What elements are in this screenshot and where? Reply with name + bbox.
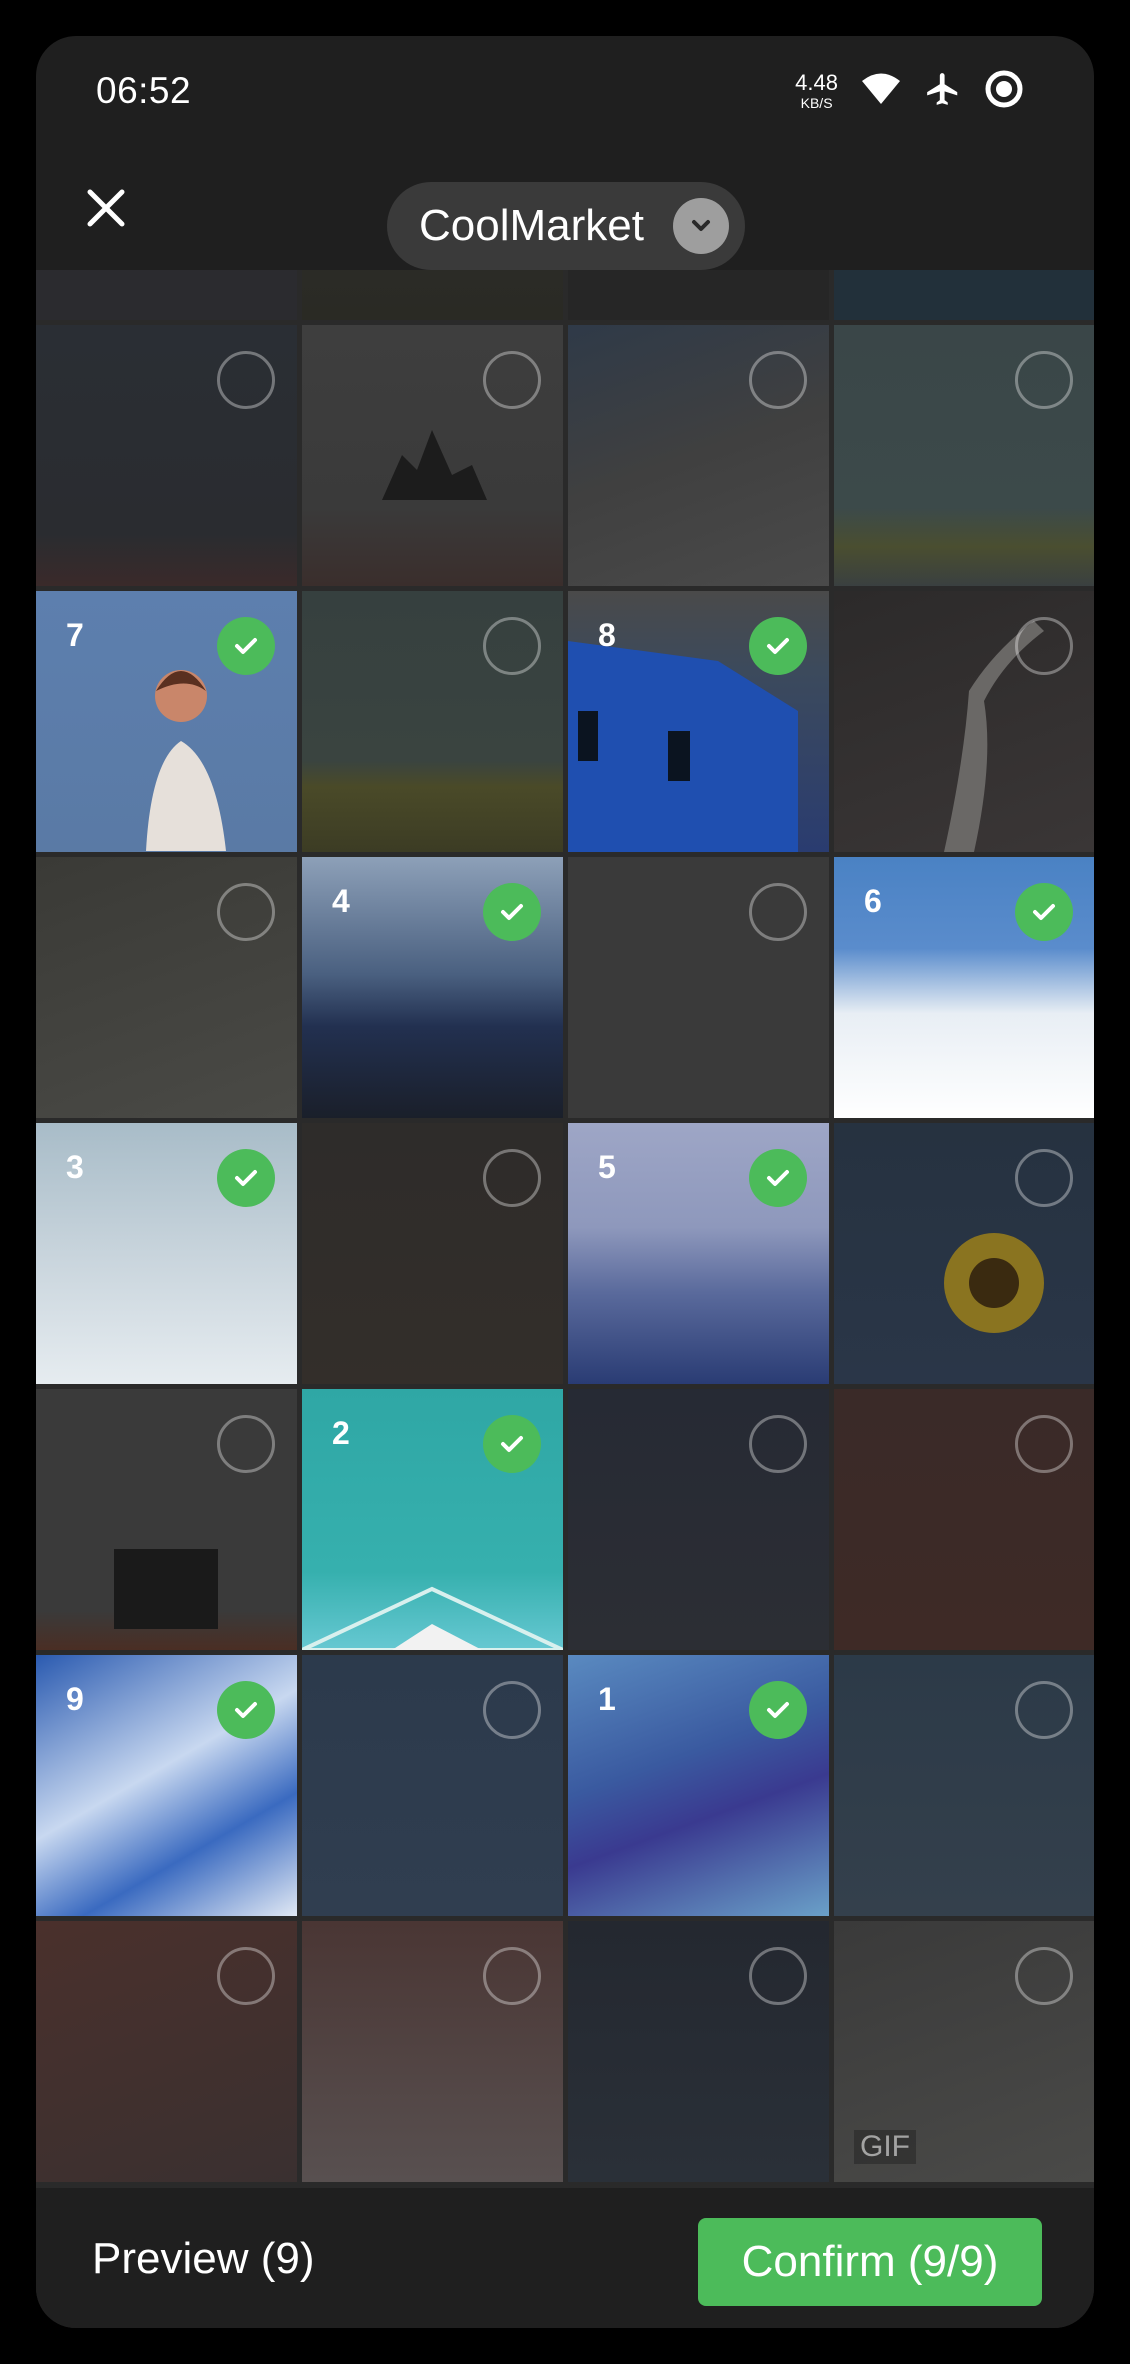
selection-number: 9	[66, 1681, 84, 1717]
rock-silhouette	[382, 430, 487, 500]
photo-thumbnail[interactable]: 8	[568, 591, 829, 852]
selected-check[interactable]	[483, 883, 541, 941]
photo-thumbnail[interactable]	[302, 1123, 563, 1384]
select-circle[interactable]	[483, 1149, 541, 1207]
selection-number: 7	[66, 617, 84, 653]
close-button[interactable]	[76, 178, 136, 238]
target-icon	[984, 69, 1024, 114]
selection-number: 1	[598, 1681, 616, 1717]
photo-thumbnail[interactable]	[568, 1389, 829, 1650]
photo-thumbnail[interactable]: 7	[36, 591, 297, 852]
select-circle[interactable]	[217, 883, 275, 941]
photo-thumbnail[interactable]: 1	[568, 1655, 829, 1916]
building-roof	[302, 1586, 563, 1650]
photo-thumbnail[interactable]	[834, 1123, 1094, 1384]
photo-picker-screen: 06:52 4.48 KB/S CoolMarket 7 8 4 6 3 5 2…	[36, 36, 1094, 2328]
photo-thumbnail[interactable]	[568, 1921, 829, 2182]
confirm-button[interactable]: Confirm (9/9)	[698, 2218, 1042, 2306]
photo-thumbnail[interactable]	[302, 1921, 563, 2182]
photo-thumbnail[interactable]	[834, 1655, 1094, 1916]
selected-check[interactable]	[749, 617, 807, 675]
select-circle[interactable]	[1015, 1681, 1073, 1739]
photo-thumbnail[interactable]	[36, 325, 297, 586]
photo-thumbnail[interactable]	[834, 325, 1094, 586]
chevron-down-icon	[673, 198, 729, 254]
portrait-figure	[146, 670, 226, 851]
selection-number: 5	[598, 1149, 616, 1185]
status-icons: 4.48 KB/S	[795, 69, 1024, 114]
photo-thumbnail[interactable]	[302, 1655, 563, 1916]
photo-thumbnail[interactable]	[36, 1921, 297, 2182]
selection-number: 6	[864, 883, 882, 919]
photo-grid: 7 8 4 6 3 5 2 9 1 GIF	[36, 270, 1094, 2188]
status-time: 06:52	[96, 70, 192, 111]
select-circle[interactable]	[217, 351, 275, 409]
photo-thumbnail[interactable]	[834, 1389, 1094, 1650]
status-bar: 06:52 4.48 KB/S	[36, 36, 1094, 146]
album-selector[interactable]: CoolMarket	[387, 182, 745, 270]
photo-thumbnail[interactable]	[568, 857, 829, 1118]
photo-thumbnail[interactable]	[834, 270, 1094, 320]
selection-number: 4	[332, 883, 350, 919]
select-circle[interactable]	[749, 1947, 807, 2005]
close-icon	[87, 189, 125, 227]
net-speed-unit: KB/S	[800, 95, 833, 111]
photo-thumbnail[interactable]: GIF	[834, 1921, 1094, 2182]
selected-check[interactable]	[1015, 883, 1073, 941]
photo-thumbnail[interactable]: 9	[36, 1655, 297, 1916]
select-circle[interactable]	[217, 1947, 275, 2005]
net-speed-value: 4.48	[795, 70, 838, 95]
select-circle[interactable]	[749, 883, 807, 941]
photo-thumbnail[interactable]: 6	[834, 857, 1094, 1118]
selection-number: 8	[598, 617, 616, 653]
select-circle[interactable]	[483, 351, 541, 409]
select-circle[interactable]	[483, 1947, 541, 2005]
selected-check[interactable]	[217, 1681, 275, 1739]
photo-thumbnail[interactable]: 2	[302, 1389, 563, 1650]
net-speed: 4.48 KB/S	[795, 70, 838, 111]
gif-badge: GIF	[854, 2130, 916, 2164]
sunflower	[944, 1233, 1044, 1333]
selected-check[interactable]	[483, 1415, 541, 1473]
door-shape	[114, 1549, 218, 1629]
photo-thumbnail[interactable]	[36, 270, 297, 320]
bottom-bar: Preview (9) Confirm (9/9)	[36, 2188, 1094, 2328]
photo-thumbnail[interactable]	[834, 591, 1094, 852]
photo-thumbnail[interactable]: 5	[568, 1123, 829, 1384]
selected-check[interactable]	[749, 1149, 807, 1207]
photo-thumbnail[interactable]	[302, 270, 563, 320]
selected-check[interactable]	[217, 1149, 275, 1207]
select-circle[interactable]	[749, 1415, 807, 1473]
select-circle[interactable]	[483, 617, 541, 675]
select-circle[interactable]	[483, 1681, 541, 1739]
airplane-icon	[924, 70, 962, 113]
photo-thumbnail[interactable]	[568, 325, 829, 586]
photo-thumbnail[interactable]	[302, 591, 563, 852]
photo-thumbnail[interactable]	[568, 270, 829, 320]
select-circle[interactable]	[1015, 1415, 1073, 1473]
select-circle[interactable]	[749, 351, 807, 409]
selected-check[interactable]	[217, 617, 275, 675]
photo-thumbnail[interactable]: 4	[302, 857, 563, 1118]
album-name: CoolMarket	[419, 201, 644, 250]
wifi-icon	[860, 72, 902, 111]
photo-thumbnail[interactable]	[302, 325, 563, 586]
selection-number: 2	[332, 1415, 350, 1451]
selected-check[interactable]	[749, 1681, 807, 1739]
select-circle[interactable]	[1015, 617, 1073, 675]
select-circle[interactable]	[1015, 1149, 1073, 1207]
selection-number: 3	[66, 1149, 84, 1185]
photo-thumbnail[interactable]: 3	[36, 1123, 297, 1384]
select-circle[interactable]	[1015, 351, 1073, 409]
preview-button[interactable]: Preview (9)	[92, 2224, 315, 2294]
select-circle[interactable]	[217, 1415, 275, 1473]
top-bar: CoolMarket	[36, 146, 1094, 270]
photo-thumbnail[interactable]	[36, 1389, 297, 1650]
select-circle[interactable]	[1015, 1947, 1073, 2005]
photo-thumbnail[interactable]	[36, 857, 297, 1118]
